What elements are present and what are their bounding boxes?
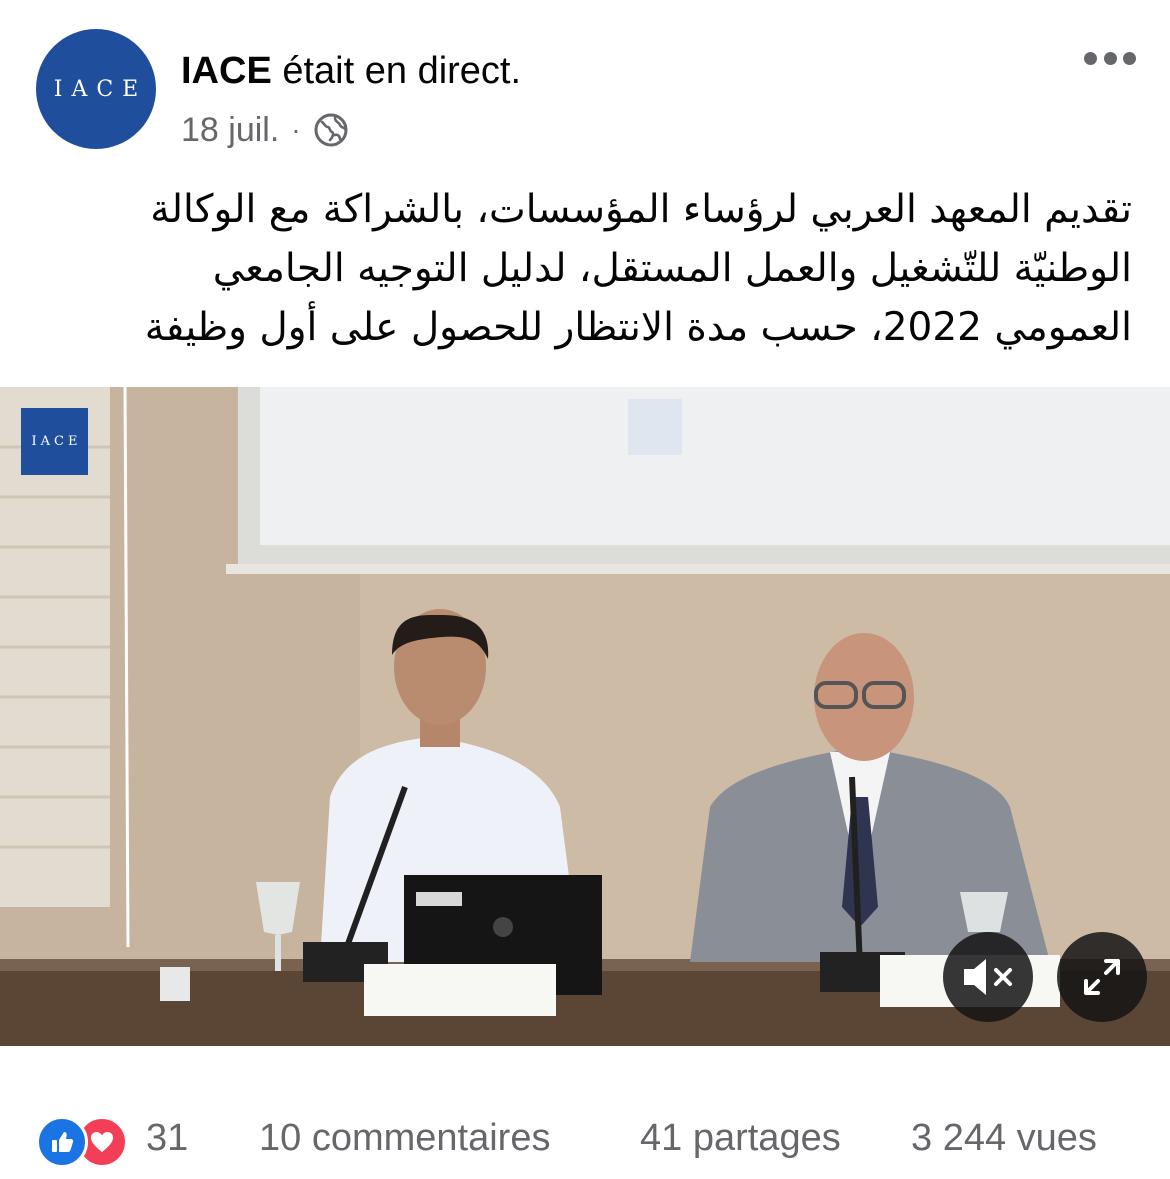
post-author-line: IACE était en direct. [181,48,521,94]
globe-icon [314,113,348,147]
video-logo-watermark: IACE [21,408,88,475]
avatar-logo-text: IACE [53,76,148,102]
post-text-line: الوطنيّة للتّشغيل والعمل المستقل، لدليل … [212,246,1132,291]
page-name-link[interactable]: IACE [181,50,272,92]
watermark-text: IACE [31,434,82,449]
shares-count[interactable]: 41 partages [640,1110,841,1166]
views-count: 3 244 vues [911,1117,1097,1159]
meta-separator: · [291,114,301,145]
reactions-count[interactable]: 31 [146,1110,188,1166]
comments-count[interactable]: 10 commentaires [259,1110,550,1166]
volume-muted-icon[interactable] [943,932,1033,1022]
post-date[interactable]: 18 juil. [181,108,279,152]
fullscreen-icon[interactable] [1057,932,1147,1022]
more-dots-icon[interactable] [1084,48,1136,68]
post-header: IACE IACE était en direct. 18 juil. · [0,0,1170,170]
post-meta: 18 juil. · [181,108,349,152]
post-text: تقديم المعهد العربي لرؤساء المؤسسات، بال… [72,180,1132,357]
post-stats-bar: 31 10 commentaires 41 partages 3 244 vue… [0,1110,1170,1168]
reaction-icons[interactable] [36,1114,134,1168]
post-text-line: تقديم المعهد العربي لرؤساء المؤسسات، بال… [150,187,1132,232]
post-text-line: العمومي 2022، حسب مدة الانتظار للحصول عل… [144,305,1132,350]
like-icon [36,1116,88,1168]
post-action-text: était en direct. [282,50,522,92]
page-avatar[interactable]: IACE [36,29,156,149]
